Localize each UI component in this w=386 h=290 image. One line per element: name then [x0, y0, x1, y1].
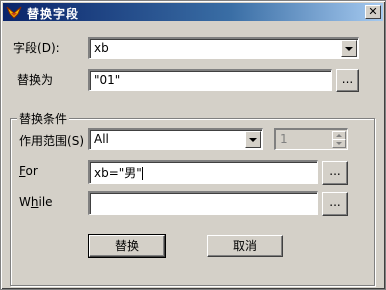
field-label: 字段(D):	[13, 41, 60, 55]
scope-count-spinner[interactable]: 1	[274, 128, 348, 150]
spin-down-icon[interactable]	[332, 139, 346, 148]
ellipsis-icon: ...	[341, 72, 354, 86]
replace-label: 替换为	[17, 73, 54, 87]
replace-field-dialog: 替换字段 ✕ 字段(D): xb 替换为 "01" ... 替换条件 作用范围(…	[0, 0, 386, 290]
while-label: While	[19, 195, 53, 209]
for-input-value: xb="男"	[94, 166, 142, 180]
chevron-down-icon[interactable]	[341, 40, 357, 57]
window-title: 替换字段	[27, 7, 80, 21]
scope-count-value: 1	[280, 132, 288, 146]
cancel-button[interactable]: 取消	[207, 235, 283, 257]
ellipsis-icon: ...	[329, 164, 341, 178]
conditions-group-title: 替换条件	[17, 110, 70, 127]
replace-input[interactable]: "01"	[88, 69, 332, 91]
field-select[interactable]: xb	[88, 37, 359, 59]
scope-chevron-down-icon[interactable]	[245, 131, 261, 148]
replace-input-value: "01"	[94, 73, 121, 87]
field-select-value: xb	[94, 41, 109, 55]
replace-builder-button[interactable]: ...	[336, 69, 359, 92]
scope-select[interactable]: All	[88, 128, 263, 150]
while-input[interactable]	[88, 191, 318, 215]
for-builder-button[interactable]: ...	[322, 161, 348, 185]
scope-label: 作用范围(S)	[19, 134, 84, 148]
scope-select-value: All	[94, 132, 109, 146]
text-cursor	[141, 167, 143, 180]
close-icon: ✕	[368, 5, 378, 18]
for-label: For	[19, 164, 38, 178]
replace-button[interactable]: 替换	[88, 234, 166, 258]
for-input[interactable]: xb="男"	[88, 160, 318, 184]
title-bar[interactable]: 替换字段 ✕	[3, 3, 383, 21]
app-icon	[6, 6, 22, 19]
while-builder-button[interactable]: ...	[322, 192, 348, 216]
close-button[interactable]: ✕	[365, 5, 381, 19]
ellipsis-icon: ...	[329, 195, 341, 209]
